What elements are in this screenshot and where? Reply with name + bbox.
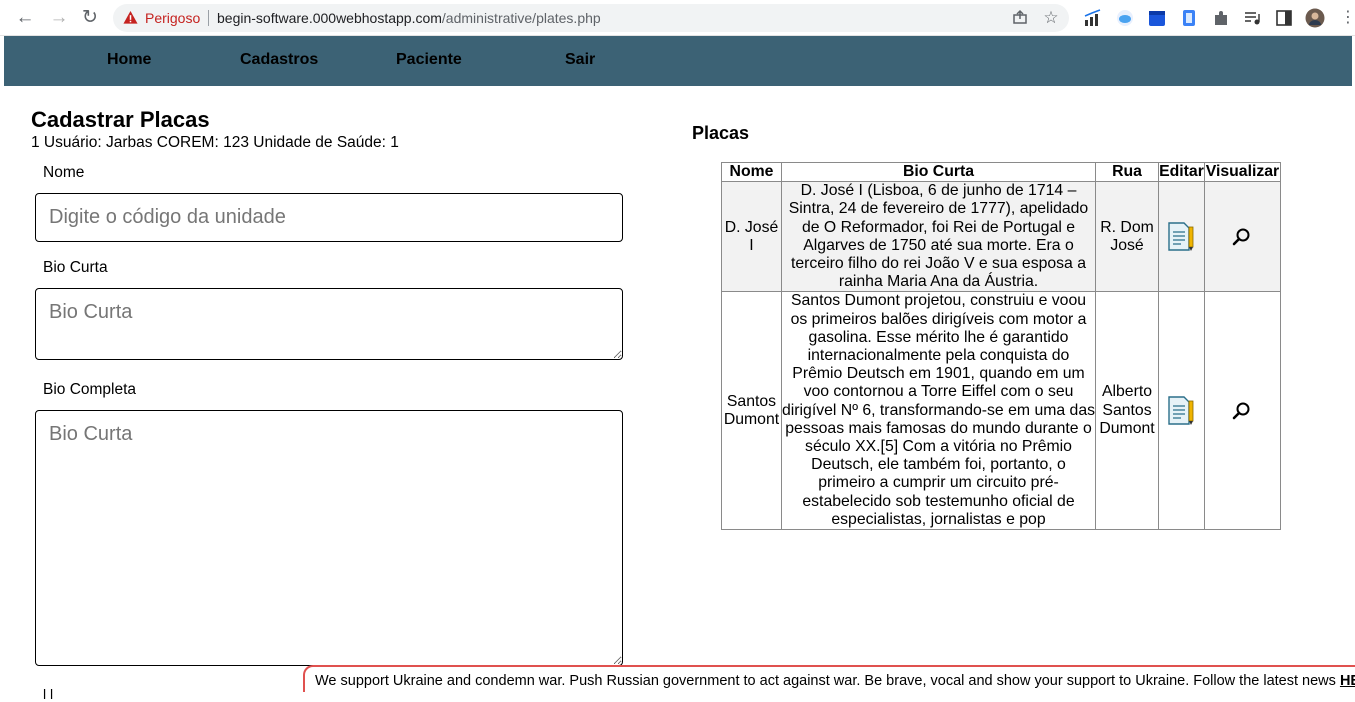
- banner-here-link[interactable]: HERE: [1340, 673, 1355, 689]
- puzzle-extensions-icon[interactable]: [1211, 8, 1231, 28]
- cell-nome: D. José I: [721, 181, 782, 293]
- nav-paciente[interactable]: Paciente: [396, 51, 462, 69]
- cloud-extension-icon[interactable]: [1115, 8, 1135, 28]
- security-label[interactable]: Perigoso: [145, 10, 200, 26]
- forward-arrow-icon[interactable]: →: [48, 7, 70, 29]
- bookmark-star-icon[interactable]: ☆: [1042, 9, 1060, 27]
- cell-editar: [1157, 291, 1205, 531]
- reload-icon[interactable]: ↻: [79, 7, 101, 29]
- cell-visualizar: [1203, 181, 1282, 293]
- browser-toolbar: ← → ↻ Perigoso begin-software.000webhost…: [0, 0, 1355, 36]
- col-header-nome: Nome: [721, 161, 782, 183]
- nav-home[interactable]: Home: [107, 51, 151, 69]
- profile-avatar-icon[interactable]: [1305, 8, 1325, 28]
- next-field-label-partial: l l: [43, 686, 54, 702]
- side-panel-icon[interactable]: [1274, 8, 1294, 28]
- col-header-rua: Rua: [1095, 161, 1159, 183]
- user-info: 1 Usuário: Jarbas COREM: 123 Unidade de …: [31, 134, 399, 151]
- table-row: Santos Dumont Santos Dumont projetou, co…: [721, 291, 1282, 531]
- col-header-bio: Bio Curta: [780, 161, 1097, 183]
- magnifier-view-icon[interactable]: [1232, 227, 1252, 247]
- cell-rua: R. Dom José: [1095, 181, 1159, 293]
- page-title: Cadastrar Placas: [31, 107, 210, 132]
- nome-label: Nome: [43, 164, 85, 181]
- edit-document-icon[interactable]: [1166, 220, 1196, 253]
- site-navbar: Home Cadastros Paciente Sair: [4, 36, 1352, 86]
- placas-heading: Placas: [692, 123, 750, 143]
- cell-nome: Santos Dumont: [721, 291, 782, 531]
- magnifier-view-icon[interactable]: [1232, 401, 1252, 421]
- table-row: D. José I D. José I (Lisboa, 6 de junho …: [721, 181, 1282, 293]
- col-header-visualizar: Visualizar: [1203, 161, 1282, 183]
- col-header-editar: Editar: [1157, 161, 1205, 183]
- nav-cadastros[interactable]: Cadastros: [240, 51, 318, 69]
- share-icon[interactable]: [1011, 9, 1029, 27]
- cell-bio: D. José I (Lisboa, 6 de junho de 1714 – …: [780, 181, 1097, 293]
- url-host: begin-software.000webhostapp.com: [217, 10, 442, 26]
- ukraine-banner: We support Ukraine and condemn war. Push…: [303, 665, 1355, 692]
- table-header-row: Nome Bio Curta Rua Editar Visualizar: [721, 161, 1282, 183]
- bio-completa-label: Bio Completa: [43, 381, 137, 398]
- url-text[interactable]: begin-software.000webhostapp.com/adminis…: [217, 10, 601, 26]
- edit-document-icon[interactable]: [1166, 394, 1196, 427]
- kebab-menu-icon[interactable]: ⋮: [1337, 7, 1355, 29]
- media-queue-icon[interactable]: [1242, 8, 1262, 28]
- bio-curta-textarea[interactable]: [35, 288, 623, 360]
- cell-editar: [1157, 181, 1205, 293]
- banner-text: We support Ukraine and condemn war. Push…: [315, 673, 1340, 689]
- bio-completa-textarea[interactable]: [35, 410, 623, 666]
- address-bar[interactable]: Perigoso begin-software.000webhostapp.co…: [113, 4, 1069, 32]
- url-path: /administrative/plates.php: [441, 10, 601, 26]
- cell-bio: Santos Dumont projetou, construiu e voou…: [780, 291, 1097, 531]
- signal-chart-icon[interactable]: [1083, 8, 1103, 28]
- placas-table: Nome Bio Curta Rua Editar Visualizar D. …: [721, 161, 1282, 531]
- cell-rua: Alberto Santos Dumont: [1095, 291, 1159, 531]
- omnibox-divider: [208, 10, 209, 26]
- calendar-extension-icon[interactable]: [1147, 8, 1167, 28]
- back-arrow-icon[interactable]: ←: [14, 7, 36, 29]
- warning-triangle-icon: [123, 10, 138, 24]
- cell-visualizar: [1203, 291, 1282, 531]
- nome-input[interactable]: [35, 193, 623, 242]
- document-extension-icon[interactable]: [1179, 8, 1199, 28]
- bio-curta-label: Bio Curta: [43, 259, 108, 276]
- nav-sair[interactable]: Sair: [565, 51, 595, 69]
